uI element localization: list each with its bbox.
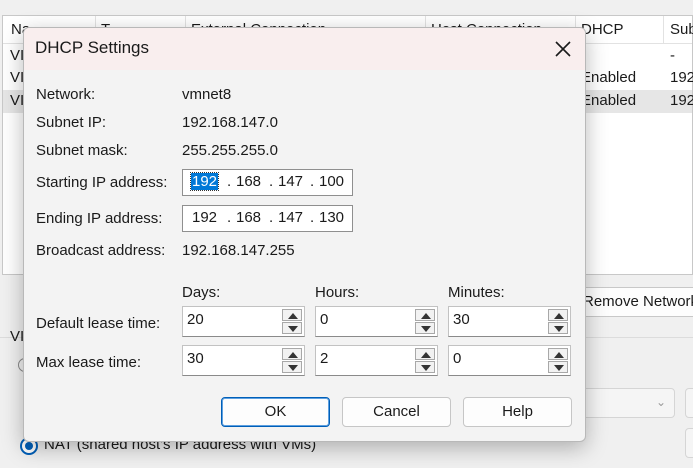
stepper-up-button[interactable] — [548, 309, 568, 321]
ip-dot: . — [269, 209, 274, 226]
cancel-button[interactable]: Cancel — [342, 397, 451, 427]
column-separator — [663, 16, 664, 44]
triangle-up-icon — [288, 313, 298, 319]
broadcast-address-value: 192.168.147.255 — [182, 242, 295, 259]
row-dhcp: Enabled — [581, 92, 637, 109]
stepper-down-button[interactable] — [548, 361, 568, 373]
nat-settings-button[interactable] — [685, 428, 693, 458]
triangle-down-icon — [421, 326, 431, 332]
triangle-up-icon — [288, 352, 298, 358]
stepper-down-button[interactable] — [282, 361, 302, 373]
stepper-down-button[interactable] — [415, 322, 435, 334]
ending-ip-octet-3[interactable]: 147 — [278, 209, 303, 226]
max-lease-label: Max lease time: — [36, 354, 142, 371]
ending-ip-field[interactable]: 192 . 168 . 147 . 130 — [182, 205, 353, 232]
ending-ip-octet-1[interactable]: 192 — [192, 209, 217, 226]
stepper-value[interactable]: 0 — [320, 311, 328, 328]
ip-dot: . — [310, 209, 315, 226]
starting-ip-octet-3[interactable]: 147 — [278, 173, 303, 190]
starting-ip-octet-2[interactable]: 168 — [236, 173, 261, 190]
broadcast-address-label: Broadcast address: — [36, 242, 166, 259]
starting-ip-octet-1[interactable]: 192 — [189, 172, 220, 191]
column-header-subnet[interactable]: Sub — [670, 21, 693, 38]
stepper-up-button[interactable] — [282, 309, 302, 321]
stepper-down-button[interactable] — [415, 361, 435, 373]
help-button[interactable]: Help — [463, 397, 572, 427]
stepper-up-button[interactable] — [415, 348, 435, 360]
ip-dot: . — [269, 173, 274, 190]
starting-ip-octet-4[interactable]: 100 — [319, 173, 344, 190]
triangle-up-icon — [554, 313, 564, 319]
max-lease-hours-stepper[interactable]: 2 — [315, 345, 438, 376]
ending-ip-octet-2[interactable]: 168 — [236, 209, 261, 226]
close-icon — [555, 41, 571, 57]
default-lease-hours-stepper[interactable]: 0 — [315, 306, 438, 337]
close-button[interactable] — [551, 37, 575, 61]
hours-header: Hours: — [315, 284, 360, 301]
network-label: Network: — [36, 86, 96, 103]
minutes-header: Minutes: — [448, 284, 505, 301]
dialog-titlebar[interactable]: DHCP Settings — [24, 28, 585, 70]
dialog-title: DHCP Settings — [35, 38, 150, 57]
dhcp-settings-dialog: DHCP Settings Network: vmnet8 Subnet IP:… — [23, 27, 586, 442]
default-lease-label: Default lease time: — [36, 315, 161, 332]
stepper-up-button[interactable] — [548, 348, 568, 360]
stepper-value[interactable]: 30 — [453, 311, 470, 328]
ip-dot: . — [227, 209, 232, 226]
ip-dot: . — [227, 173, 232, 190]
subnet-mask-label: Subnet mask: — [36, 142, 128, 159]
starting-ip-field[interactable]: 192 . 168 . 147 . 100 — [182, 169, 353, 196]
days-header: Days: — [182, 284, 221, 301]
row-subnet: - — [670, 47, 675, 64]
triangle-down-icon — [554, 326, 564, 332]
triangle-up-icon — [421, 313, 431, 319]
stepper-value[interactable]: 2 — [320, 350, 328, 367]
stepper-value[interactable]: 20 — [187, 311, 204, 328]
automatic-settings-button[interactable] — [685, 388, 693, 418]
stepper-down-button[interactable] — [548, 322, 568, 334]
row-subnet: 192 — [670, 92, 693, 109]
ok-button[interactable]: OK — [221, 397, 330, 427]
triangle-down-icon — [288, 326, 298, 332]
ip-dot: . — [310, 173, 315, 190]
bridged-to-select[interactable]: ⌄ — [575, 388, 675, 418]
stepper-up-button[interactable] — [282, 348, 302, 360]
triangle-up-icon — [554, 352, 564, 358]
default-lease-days-stepper[interactable]: 20 — [182, 306, 305, 337]
stepper-value[interactable]: 30 — [187, 350, 204, 367]
max-lease-minutes-stepper[interactable]: 0 — [448, 345, 571, 376]
starting-ip-label: Starting IP address: — [36, 174, 168, 191]
row-subnet: 192 — [670, 69, 693, 86]
chevron-down-icon: ⌄ — [655, 395, 666, 409]
subnet-ip-value: 192.168.147.0 — [182, 114, 278, 131]
triangle-down-icon — [421, 365, 431, 371]
ending-ip-label: Ending IP address: — [36, 210, 163, 227]
triangle-up-icon — [421, 352, 431, 358]
network-value: vmnet8 — [182, 86, 232, 103]
ending-ip-octet-4[interactable]: 130 — [319, 209, 344, 226]
triangle-down-icon — [288, 365, 298, 371]
stepper-up-button[interactable] — [415, 309, 435, 321]
triangle-down-icon — [554, 365, 564, 371]
default-lease-minutes-stepper[interactable]: 30 — [448, 306, 571, 337]
subnet-ip-label: Subnet IP: — [36, 114, 107, 131]
row-dhcp: Enabled — [581, 69, 637, 86]
stepper-down-button[interactable] — [282, 322, 302, 334]
max-lease-days-stepper[interactable]: 30 — [182, 345, 305, 376]
stepper-value[interactable]: 0 — [453, 350, 461, 367]
column-header-dhcp[interactable]: DHCP — [581, 21, 624, 38]
subnet-mask-value: 255.255.255.0 — [182, 142, 278, 159]
